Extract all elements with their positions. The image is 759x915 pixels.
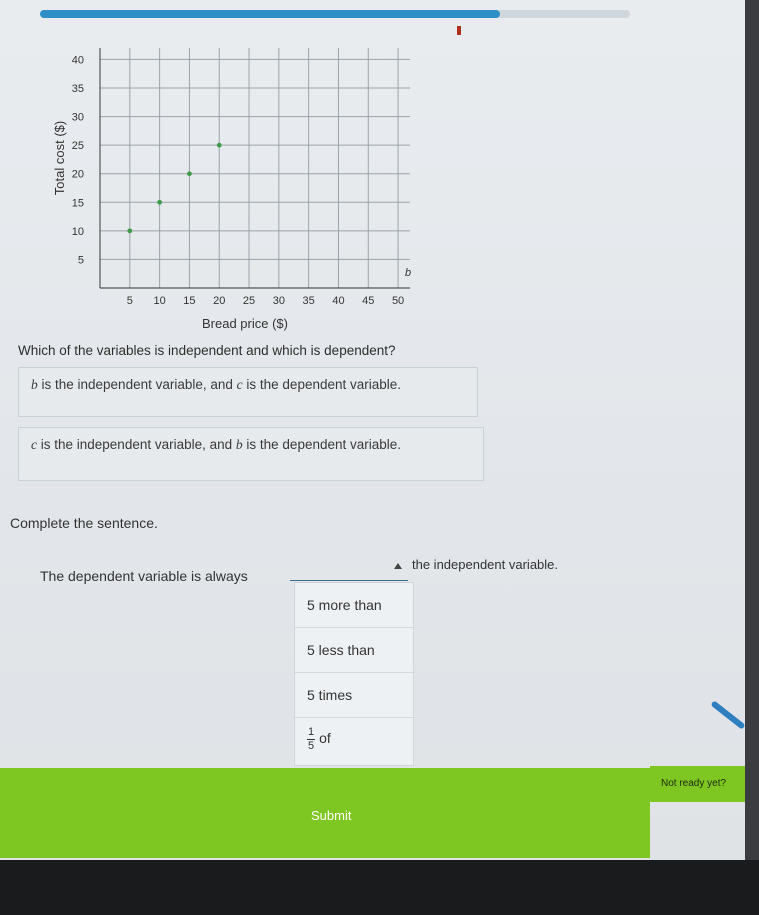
choice-var: b [235, 437, 243, 452]
x-axis-title: Bread price ($) [202, 316, 288, 331]
not-ready-button[interactable]: Not ready yet? [650, 766, 745, 802]
y-tick-label: 40 [72, 54, 84, 66]
dropdown-menu: 5 more than 5 less than 5 times 1 5 of [294, 582, 414, 766]
progress-fill [40, 10, 501, 18]
screen: 5 10 15 20 25 30 35 40 45 50 5 10 15 20 25 30 35 40 b Bread… [0, 0, 745, 860]
data-point [127, 228, 133, 234]
sentence-before: The dependent variable is always [40, 568, 248, 584]
x-tick-label: 50 [392, 295, 404, 307]
y-tick-label: 30 [72, 112, 84, 124]
option-5-more-than[interactable]: 5 more than [295, 583, 413, 628]
x-tick-label: 10 [153, 295, 165, 307]
option-5-less-than[interactable]: 5 less than [295, 628, 413, 673]
y-tick-label: 25 [72, 140, 84, 152]
x-tick-label: 40 [332, 295, 344, 307]
choice-var: b [31, 377, 38, 392]
sentence-after: the independent variable. [412, 557, 559, 572]
desk-background [0, 860, 759, 915]
y-tick-label: 10 [72, 226, 84, 238]
x-tick-label: 5 [127, 295, 133, 307]
marker-icon [457, 26, 461, 35]
y-tick-label: 35 [72, 83, 84, 95]
data-point [187, 171, 192, 177]
fraction: 1 5 [307, 726, 316, 753]
y-tick-label: 20 [72, 169, 84, 181]
choice-text: is the independent variable, and [37, 437, 236, 452]
x-tick-label: 20 [213, 295, 225, 307]
fraction-suffix: of [319, 730, 331, 747]
x-axis-variable: b [405, 267, 411, 279]
x-tick-label: 45 [362, 295, 374, 307]
choice-text: is the dependent variable. [242, 377, 402, 392]
choice-text: is the dependent variable. [242, 437, 402, 452]
data-point [216, 142, 222, 148]
x-tick-label: 25 [243, 295, 255, 307]
y-axis-title: Total cost ($) [52, 121, 67, 195]
answer-dropdown[interactable] [290, 560, 408, 581]
chart-svg: 5 10 15 20 25 30 35 40 45 50 5 10 15 20 25 30 35 40 b Bread… [52, 48, 411, 331]
question-text: Which of the variables is independent an… [18, 343, 396, 358]
data-point [157, 199, 163, 205]
stylus-icon [710, 700, 745, 730]
not-ready-label: Not ready yet? [661, 778, 727, 789]
option-one-fifth-of[interactable]: 1 5 of [295, 718, 413, 763]
x-tick-label: 35 [303, 295, 315, 307]
choice-c-independent[interactable]: c is the independent variable, and b is … [18, 427, 484, 481]
submit-button[interactable]: Submit [0, 768, 650, 858]
x-tick-label: 30 [273, 295, 285, 307]
fraction-numerator: 1 [307, 726, 316, 740]
submit-label: Submit [311, 808, 352, 823]
instruction-text: Complete the sentence. [10, 515, 158, 531]
y-tick-label: 15 [72, 197, 84, 209]
progress-bar [40, 10, 630, 18]
device-bezel [745, 0, 759, 860]
y-tick-label: 5 [78, 254, 84, 266]
fraction-denominator: 5 [308, 740, 315, 752]
choice-text: is the independent variable, and [37, 377, 237, 392]
chart: 5 10 15 20 25 30 35 40 45 50 5 10 15 20 25 30 35 40 b Bread… [0, 30, 440, 340]
choice-b-independent[interactable]: b is the independent variable, and c is … [18, 367, 478, 417]
x-tick-label: 15 [183, 295, 195, 307]
option-5-times[interactable]: 5 times [295, 673, 413, 718]
caret-up-icon [394, 563, 402, 569]
